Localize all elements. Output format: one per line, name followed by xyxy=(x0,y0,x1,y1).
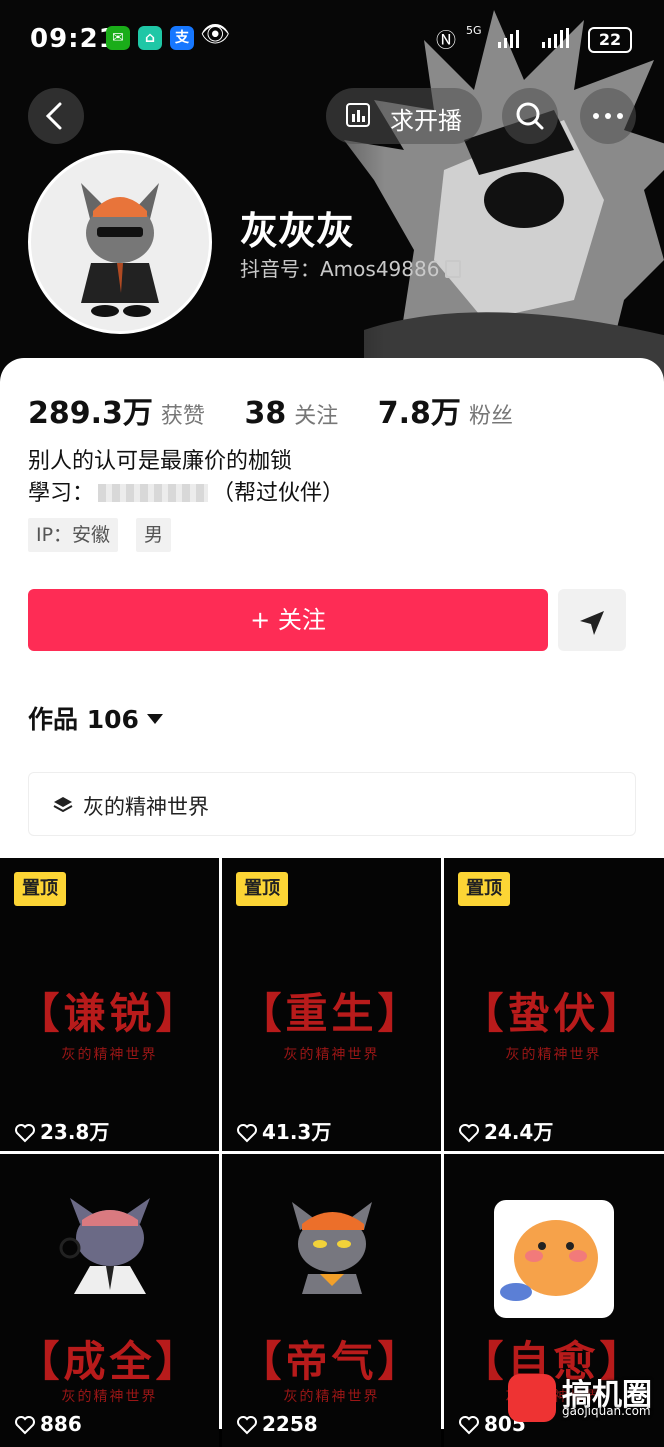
pinned-badge: 置顶 xyxy=(458,872,510,906)
alipay-icon: 支 xyxy=(170,26,194,50)
heart-icon xyxy=(237,1124,257,1143)
likes-count[interactable]: 289.3万 xyxy=(28,396,153,431)
avatar-image xyxy=(31,153,209,331)
profile-stats: 289.3万 获赞 38 关注 7.8万 粉丝 xyxy=(28,388,543,432)
watermark-logo xyxy=(508,1374,556,1422)
battery-indicator: 22 xyxy=(588,27,632,53)
video-subtitle: 灰的精神世界 xyxy=(505,1047,602,1063)
thumbnail-wolf-image xyxy=(59,1198,150,1294)
wechat-icon: ✉ xyxy=(106,26,130,50)
heart-icon xyxy=(15,1124,35,1143)
layers-icon xyxy=(53,797,73,813)
bio-study-note: （帮过伙伴） xyxy=(212,481,345,506)
likes-value: 24.4万 xyxy=(484,1120,554,1144)
search-icon xyxy=(516,102,544,130)
video-likes: 886 xyxy=(14,1412,82,1436)
video-tile[interactable]: 【成全】 灰的精神世界 886 xyxy=(0,1154,219,1447)
video-tile[interactable]: 置顶 【蛰伏】 灰的精神世界 24.4万 xyxy=(444,858,664,1151)
profile-name: 灰灰灰 xyxy=(240,209,355,253)
profile-info-panel: 289.3万 获赞 38 关注 7.8万 粉丝 别人的认可是最廉价的枷锁 學习： （帮过… xyxy=(0,358,664,858)
works-tab[interactable]: 作品 106 xyxy=(28,700,163,736)
profile-uid: 抖音号：Amos49886 xyxy=(240,253,462,282)
video-subtitle: 灰的精神世界 xyxy=(283,1047,380,1063)
likes-label: 获赞 xyxy=(160,404,205,429)
video-subtitle: 灰的精神世界 xyxy=(283,1389,380,1405)
video-subtitle: 灰的精神世界 xyxy=(61,1047,158,1063)
network-type: 5G xyxy=(466,24,482,37)
pinned-badge: 置顶 xyxy=(14,872,66,906)
ip-location-tag: IP：安徽 xyxy=(28,518,119,552)
watermark: 搞机圈 gaojiquan.com xyxy=(504,1370,664,1429)
nfc-icon: Ⓝ xyxy=(436,28,456,52)
signal-icon xyxy=(498,28,569,48)
followers-label: 粉丝 xyxy=(468,404,513,429)
gender-tag: 男 xyxy=(136,518,172,552)
back-button[interactable] xyxy=(28,88,84,144)
bio-line: 别人的认可是最廉价的枷锁 xyxy=(28,449,293,474)
bio-study-label: 學习： xyxy=(28,481,95,506)
thumbnail-wolf-image xyxy=(292,1202,372,1294)
video-tile[interactable]: 置顶 【重生】 灰的精神世界 41.3万 xyxy=(222,858,441,1151)
blurred-text xyxy=(98,484,209,502)
likes-value: 23.8万 xyxy=(40,1120,110,1144)
status-bar: 09:21 ✉ ⌂ 支 👁 Ⓝ 5G 22 xyxy=(0,0,664,80)
request-live-label: 求开播 xyxy=(390,107,462,135)
video-grid: 置顶 【谦锐】 灰的精神世界 23.8万 置顶 【重生】 灰的精神世界 41.3… xyxy=(0,858,664,1447)
video-title: 【重生】 xyxy=(239,989,424,1038)
pinned-badge: 置顶 xyxy=(236,872,288,906)
likes-value: 41.3万 xyxy=(262,1120,332,1144)
video-title: 【谦锐】 xyxy=(17,989,202,1038)
video-title: 【蛰伏】 xyxy=(461,989,646,1038)
send-icon xyxy=(580,611,604,635)
status-time: 09:21 xyxy=(30,24,118,54)
bio-line: 學习： （帮过伙伴） xyxy=(28,478,344,510)
more-icon xyxy=(593,113,623,119)
search-button[interactable] xyxy=(502,88,558,144)
more-button[interactable] xyxy=(580,88,636,144)
follow-button[interactable]: + 关注 xyxy=(28,589,548,651)
caret-down-icon xyxy=(146,714,163,724)
request-live-button[interactable]: 求开播 xyxy=(326,88,482,144)
video-title: 【成全】 xyxy=(17,1337,202,1386)
following-count[interactable]: 38 xyxy=(244,396,286,431)
likes-value: 2258 xyxy=(262,1412,318,1436)
likes-value: 886 xyxy=(40,1412,82,1436)
video-likes: 24.4万 xyxy=(458,1116,553,1145)
message-button[interactable] xyxy=(558,589,626,651)
thumbnail-sticker-image xyxy=(494,1200,614,1318)
chevron-left-icon xyxy=(45,102,62,130)
video-tile[interactable]: 置顶 【谦锐】 灰的精神世界 23.8万 xyxy=(0,858,219,1151)
video-tile[interactable]: 【帝气】 灰的精神世界 2258 xyxy=(222,1154,441,1447)
heart-icon xyxy=(15,1416,35,1435)
eye-icon: 👁 xyxy=(200,20,231,48)
collection-card[interactable]: 灰的精神世界 xyxy=(28,772,636,836)
collection-label: 灰的精神世界 xyxy=(83,795,209,819)
uid-value: Amos49886 xyxy=(320,257,440,281)
heart-icon xyxy=(459,1124,479,1143)
followers-count[interactable]: 7.8万 xyxy=(378,396,461,431)
avatar[interactable] xyxy=(28,150,212,334)
copy-icon[interactable] xyxy=(445,260,462,278)
heart-icon xyxy=(237,1416,257,1435)
video-subtitle: 灰的精神世界 xyxy=(61,1389,158,1405)
app-store-icon: ⌂ xyxy=(138,26,162,50)
profile-header: 09:21 ✉ ⌂ 支 👁 Ⓝ 5G 22 求开播 灰灰灰 抖音号：Amos49… xyxy=(0,0,664,380)
watermark-url: gaojiquan.com xyxy=(562,1404,651,1418)
uid-label: 抖音号： xyxy=(240,257,320,281)
video-likes: 41.3万 xyxy=(236,1116,331,1145)
profile-bio: 别人的认可是最廉价的枷锁 學习： （帮过伙伴） xyxy=(28,446,344,510)
video-likes: 2258 xyxy=(236,1412,318,1436)
works-label: 作品 106 xyxy=(28,705,139,734)
video-title: 【帝气】 xyxy=(239,1337,424,1386)
heart-icon xyxy=(459,1416,479,1435)
video-likes: 23.8万 xyxy=(14,1116,109,1145)
chart-icon xyxy=(346,103,370,127)
following-label: 关注 xyxy=(294,404,339,429)
